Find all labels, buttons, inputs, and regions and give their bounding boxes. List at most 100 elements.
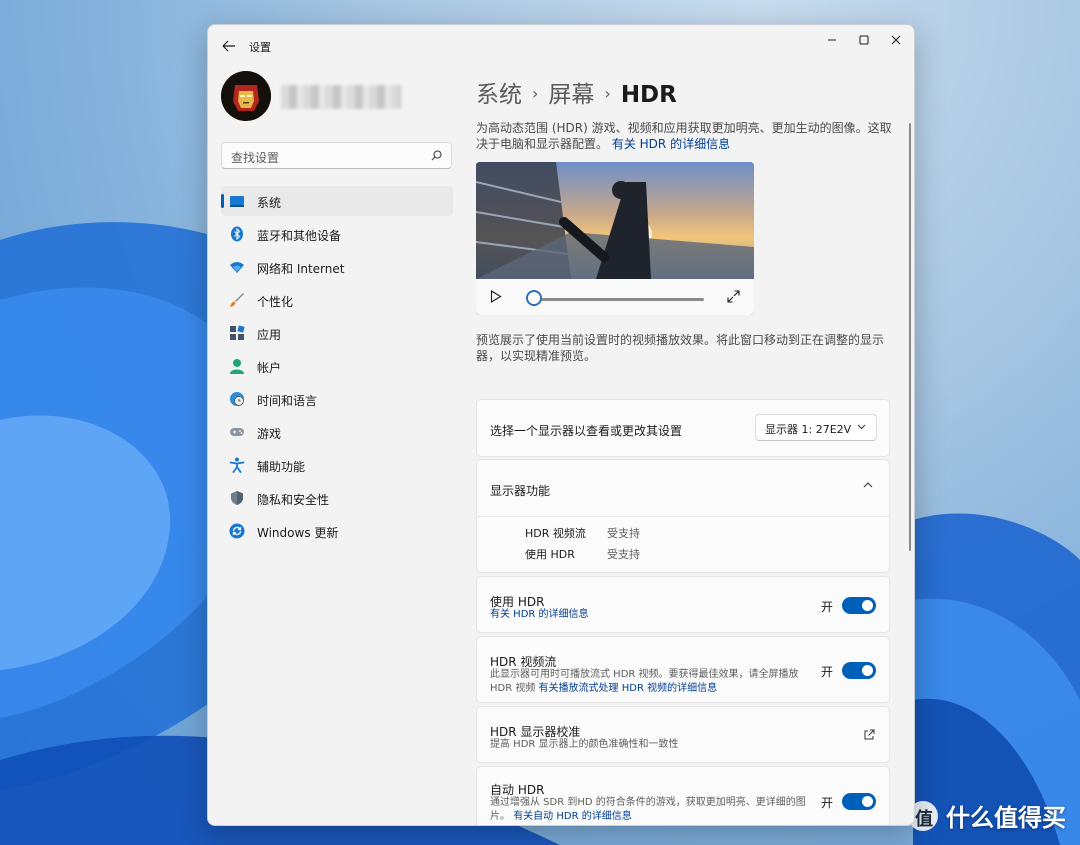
apps-icon bbox=[230, 325, 245, 340]
divider bbox=[477, 516, 889, 517]
watermark-text: 什么值得买 bbox=[946, 804, 1066, 832]
main-content: 系统 › 屏幕 › HDR 为高动态范围 (HDR) 游戏、视频和应用获取更加明亮、更加… bbox=[476, 65, 900, 825]
accessibility-icon bbox=[229, 457, 245, 473]
capability-value: 受支持 bbox=[607, 527, 640, 540]
fullscreen-icon[interactable] bbox=[727, 290, 740, 303]
avatar bbox=[221, 71, 271, 121]
gamepad-icon bbox=[230, 428, 244, 436]
video-controls bbox=[476, 279, 754, 315]
page-title: HDR bbox=[620, 82, 677, 108]
user-profile[interactable] bbox=[221, 71, 471, 123]
breadcrumb-display[interactable]: 屏幕 bbox=[548, 82, 594, 108]
use-hdr-link[interactable]: 有关 HDR 的详细信息 bbox=[490, 608, 589, 622]
sidebar-item-windows-update[interactable]: Windows 更新 bbox=[221, 516, 453, 546]
avatar-image bbox=[221, 71, 271, 121]
sidebar-item-accounts[interactable]: 帐户 bbox=[221, 351, 453, 381]
capability-value: 受支持 bbox=[607, 548, 640, 561]
hdr-stream-link[interactable]: 有关播放流式处理 HDR 视频的详细信息 bbox=[539, 683, 718, 694]
seek-bar[interactable] bbox=[536, 298, 704, 301]
sidebar-item-label: 蓝牙和其他设备 bbox=[257, 229, 342, 243]
sidebar-item-apps[interactable]: 应用 bbox=[221, 318, 453, 348]
hdr-stream-toggle[interactable] bbox=[842, 662, 876, 679]
window-title: 设置 bbox=[249, 41, 271, 54]
back-button[interactable] bbox=[220, 37, 238, 55]
username-blurred bbox=[281, 85, 401, 109]
video-preview bbox=[476, 162, 754, 315]
capability-name: HDR 视频流 bbox=[525, 527, 586, 540]
breadcrumb-system[interactable]: 系统 bbox=[476, 82, 522, 108]
sidebar-item-bluetooth[interactable]: 蓝牙和其他设备 bbox=[221, 219, 453, 249]
preview-note: 预览展示了使用当前设置时的视频播放效果。将此窗口移动到正在调整的显示器，以实现精… bbox=[476, 333, 885, 363]
brush-icon bbox=[230, 293, 244, 307]
display-select-card: 选择一个显示器以查看或更改其设置 显示器 1: 27E2V bbox=[476, 399, 890, 457]
display-dropdown[interactable]: 显示器 1: 27E2V bbox=[755, 414, 877, 441]
sidebar-item-label: 个性化 bbox=[257, 295, 294, 309]
hdr-stream-desc: 此显示器可用时可播放流式 HDR 视频。要获得最佳效果，请全屏播放 HDR 视频… bbox=[490, 668, 810, 696]
sidebar-item-label: 系统 bbox=[257, 196, 282, 210]
auto-hdr-link[interactable]: 有关自动 HDR 的详细信息 bbox=[513, 811, 632, 822]
minimize-icon bbox=[828, 39, 836, 41]
sidebar-item-label: 游戏 bbox=[257, 427, 282, 441]
shield-icon bbox=[231, 491, 243, 505]
search-input[interactable]: 查找设置 bbox=[221, 142, 452, 169]
auto-hdr-toggle[interactable] bbox=[842, 793, 876, 810]
back-arrow-icon bbox=[222, 40, 235, 52]
chevron-up-icon[interactable] bbox=[863, 482, 873, 488]
wifi-icon bbox=[230, 262, 244, 273]
bluetooth-icon bbox=[231, 226, 243, 242]
preview-video-frame bbox=[476, 162, 754, 279]
globe-clock-icon bbox=[230, 392, 244, 406]
use-hdr-state: 开 bbox=[820, 600, 833, 614]
close-button[interactable] bbox=[880, 29, 912, 51]
use-hdr-toggle[interactable] bbox=[842, 597, 876, 614]
auto-hdr-desc: 通过增强从 SDR 到HD 的符合条件的游戏，获取更加明亮、更详细的图 片。 有… bbox=[490, 796, 810, 824]
title-bar: 设置 bbox=[208, 25, 914, 65]
search-placeholder: 查找设置 bbox=[231, 151, 280, 165]
hdr-info-link[interactable]: 有关 HDR 的详细信息 bbox=[612, 137, 730, 151]
breadcrumb: 系统 › 屏幕 › HDR bbox=[476, 75, 677, 109]
hdr-calibration-card[interactable]: HDR 显示器校准 提高 HDR 显示器上的颜色准确性和一致性 bbox=[476, 706, 890, 763]
sidebar-item-label: 应用 bbox=[257, 328, 282, 342]
monitor-icon bbox=[230, 196, 244, 207]
sidebar-item-accessibility[interactable]: 辅助功能 bbox=[221, 450, 453, 480]
maximize-icon bbox=[859, 35, 869, 45]
sidebar-nav: 系统 蓝牙和其他设备 网络和 Internet 个性化 应用 帐户 时间和语言 bbox=[221, 186, 453, 549]
sidebar-item-label: 帐户 bbox=[257, 361, 282, 375]
capabilities-title: 显示器功能 bbox=[490, 484, 551, 498]
use-hdr-card: 使用 HDR 有关 HDR 的详细信息 开 bbox=[476, 576, 890, 633]
capability-name: 使用 HDR bbox=[525, 548, 575, 561]
hdr-stream-desc-text: 此显示器可用时可播放流式 HDR 视频。要获得最佳效果，请全屏播放 bbox=[490, 669, 799, 680]
intro-description: 为高动态范围 (HDR) 游戏、视频和应用获取更加明亮、更加生动的图像。这取决于… bbox=[476, 120, 894, 152]
display-dropdown-value: 显示器 1: 27E2V bbox=[765, 423, 852, 436]
sidebar-item-time-language[interactable]: 时间和语言 bbox=[221, 384, 453, 414]
auto-hdr-desc-text-2: 片。 bbox=[490, 811, 510, 822]
person-icon bbox=[230, 359, 244, 374]
auto-hdr-state: 开 bbox=[820, 796, 833, 810]
capabilities-card: 显示器功能 HDR 视频流 受支持 使用 HDR 受支持 bbox=[476, 459, 890, 573]
sidebar-item-label: 隐私和安全性 bbox=[257, 493, 330, 507]
hdr-stream-state: 开 bbox=[820, 665, 833, 679]
scrollbar[interactable] bbox=[909, 123, 911, 551]
maximize-button[interactable] bbox=[848, 29, 880, 51]
sidebar-item-label: Windows 更新 bbox=[257, 526, 339, 540]
sidebar-item-network[interactable]: 网络和 Internet bbox=[221, 252, 453, 282]
seek-thumb[interactable] bbox=[526, 290, 542, 306]
external-link-icon[interactable] bbox=[863, 729, 875, 741]
hdr-calibration-desc: 提高 HDR 显示器上的颜色准确性和一致性 bbox=[490, 739, 679, 750]
update-icon bbox=[229, 523, 245, 539]
sidebar-item-gaming[interactable]: 游戏 bbox=[221, 417, 453, 447]
breadcrumb-separator-icon: › bbox=[604, 84, 611, 103]
sidebar-item-label: 时间和语言 bbox=[257, 394, 318, 408]
play-icon[interactable] bbox=[490, 290, 502, 303]
auto-hdr-card: 自动 HDR 通过增强从 SDR 到HD 的符合条件的游戏，获取更加明亮、更详细… bbox=[476, 766, 890, 825]
display-select-label: 选择一个显示器以查看或更改其设置 bbox=[490, 424, 683, 438]
sidebar-item-system[interactable]: 系统 bbox=[221, 186, 453, 216]
sidebar-item-label: 网络和 Internet bbox=[257, 262, 345, 276]
sidebar-item-personalization[interactable]: 个性化 bbox=[221, 285, 453, 315]
minimize-button[interactable] bbox=[816, 29, 848, 51]
hdr-stream-desc-text-2: HDR 视频 bbox=[490, 683, 536, 694]
sidebar-item-privacy[interactable]: 隐私和安全性 bbox=[221, 483, 453, 513]
sidebar-item-label: 辅助功能 bbox=[257, 460, 306, 474]
hdr-stream-card: HDR 视频流 此显示器可用时可播放流式 HDR 视频。要获得最佳效果，请全屏播… bbox=[476, 636, 890, 703]
watermark: 值 什么值得买 bbox=[908, 798, 1066, 833]
